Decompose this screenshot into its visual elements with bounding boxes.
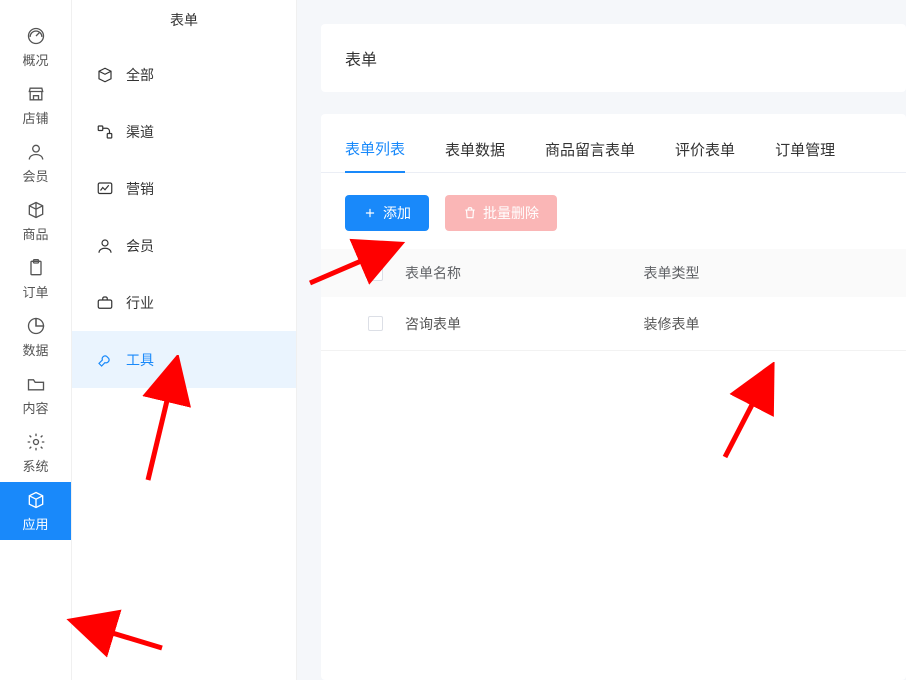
wrench-icon: [96, 351, 114, 369]
sidebar-primary-item-orders[interactable]: 订单: [0, 250, 71, 308]
tab-order-manage[interactable]: 订单管理: [775, 139, 835, 172]
content-card: 表单列表 表单数据 商品留言表单 评价表单 订单管理 添加 批量删除: [321, 114, 906, 680]
cube-icon: [96, 66, 114, 84]
user-icon: [96, 237, 114, 255]
tab-label: 表单列表: [345, 141, 405, 158]
cell-form-type: 装修表单: [644, 314, 883, 334]
column-header-type: 表单类型: [644, 263, 883, 283]
sidebar-primary-label: 概况: [22, 50, 48, 69]
sidebar-primary-label: 订单: [22, 282, 48, 301]
main-area: 表单 表单列表 表单数据 商品留言表单 评价表单 订单管理 添加 批量删除: [297, 0, 906, 680]
gauge-icon: [26, 26, 46, 46]
sidebar-primary-label: 店铺: [22, 108, 48, 127]
tab-label: 评价表单: [675, 142, 735, 159]
tab-review-form[interactable]: 评价表单: [675, 139, 735, 172]
tab-form-list[interactable]: 表单列表: [345, 138, 405, 173]
tabs: 表单列表 表单数据 商品留言表单 评价表单 订单管理: [321, 114, 906, 173]
tab-product-message[interactable]: 商品留言表单: [545, 139, 635, 172]
sidebar-secondary-label: 渠道: [126, 122, 154, 142]
chart-line-icon: [96, 180, 114, 198]
gear-icon: [26, 432, 46, 452]
sidebar-secondary-label: 工具: [126, 350, 154, 370]
sidebar-primary-item-data[interactable]: 数据: [0, 308, 71, 366]
sidebar-primary-label: 内容: [22, 398, 48, 417]
sidebar-primary-label: 会员: [22, 166, 48, 185]
sidebar-secondary-header: 表单: [72, 0, 296, 46]
cell-form-name: 咨询表单: [405, 314, 644, 334]
sidebar-secondary-label: 营销: [126, 179, 154, 199]
folder-icon: [26, 374, 46, 394]
tab-label: 商品留言表单: [545, 142, 635, 159]
add-button-label: 添加: [383, 203, 411, 223]
cube-icon: [26, 490, 46, 510]
sidebar-secondary-label: 会员: [126, 236, 154, 256]
sidebar-primary-label: 系统: [22, 456, 48, 475]
trash-icon: [463, 206, 477, 220]
flow-icon: [96, 123, 114, 141]
tab-label: 表单数据: [445, 142, 505, 159]
toolbar: 添加 批量删除: [321, 173, 906, 249]
select-all-checkbox[interactable]: [368, 266, 383, 281]
tab-label: 订单管理: [775, 142, 835, 159]
sidebar-secondary-item-channels[interactable]: 渠道: [72, 103, 296, 160]
tab-form-data[interactable]: 表单数据: [445, 139, 505, 172]
page-title: 表单: [321, 24, 906, 92]
batch-delete-button-label: 批量删除: [483, 203, 539, 223]
plus-icon: [363, 206, 377, 220]
pie-chart-icon: [26, 316, 46, 336]
table: 表单名称 表单类型 咨询表单 装修表单: [321, 249, 906, 351]
sidebar-primary-label: 应用: [22, 514, 48, 533]
column-header-name: 表单名称: [405, 263, 644, 283]
user-icon: [26, 142, 46, 162]
sidebar-primary-item-content[interactable]: 内容: [0, 366, 71, 424]
sidebar-primary-label: 数据: [22, 340, 48, 359]
sidebar-secondary-label: 行业: [126, 293, 154, 313]
sidebar-primary-item-store[interactable]: 店铺: [0, 76, 71, 134]
sidebar-primary-item-apps[interactable]: 应用: [0, 482, 71, 540]
sidebar-primary: 概况 店铺 会员 商品 订单 数据 内容 系统: [0, 0, 72, 680]
store-icon: [26, 84, 46, 104]
row-checkbox[interactable]: [368, 316, 383, 331]
sidebar-primary-item-members[interactable]: 会员: [0, 134, 71, 192]
clipboard-icon: [26, 258, 46, 278]
table-header: 表单名称 表单类型: [321, 249, 906, 297]
sidebar-secondary-item-marketing[interactable]: 营销: [72, 160, 296, 217]
sidebar-secondary: 表单 全部 渠道 营销 会员 行业 工具: [72, 0, 297, 680]
briefcase-icon: [96, 294, 114, 312]
sidebar-secondary-item-members[interactable]: 会员: [72, 217, 296, 274]
sidebar-secondary-item-industry[interactable]: 行业: [72, 274, 296, 331]
sidebar-secondary-item-tools[interactable]: 工具: [72, 331, 296, 388]
table-row[interactable]: 咨询表单 装修表单: [321, 297, 906, 351]
sidebar-primary-item-goods[interactable]: 商品: [0, 192, 71, 250]
cube-icon: [26, 200, 46, 220]
sidebar-secondary-label: 全部: [126, 65, 154, 85]
add-button[interactable]: 添加: [345, 195, 429, 231]
batch-delete-button[interactable]: 批量删除: [445, 195, 557, 231]
sidebar-primary-label: 商品: [22, 224, 48, 243]
sidebar-secondary-item-all[interactable]: 全部: [72, 46, 296, 103]
sidebar-primary-item-overview[interactable]: 概况: [0, 18, 71, 76]
sidebar-primary-item-system[interactable]: 系统: [0, 424, 71, 482]
